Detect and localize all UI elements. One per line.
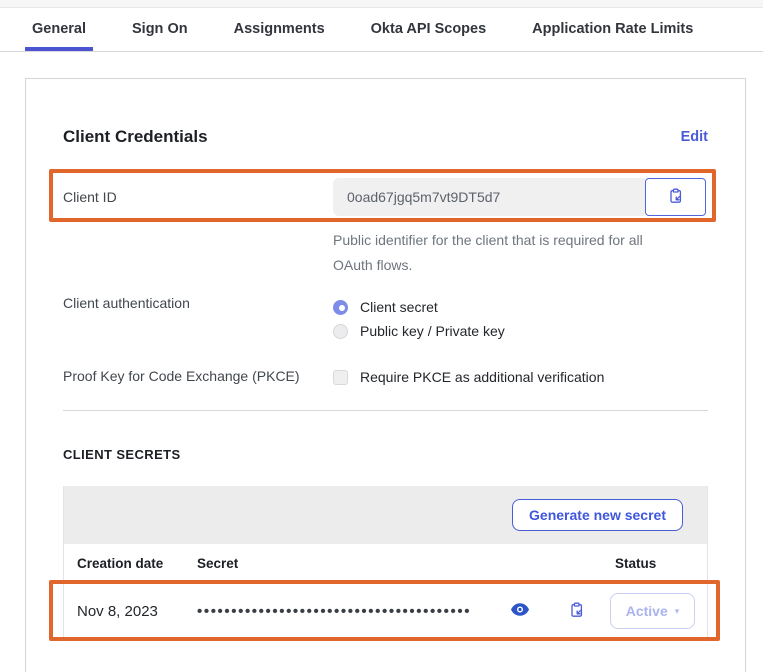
client-authentication-row: Client authentication Client secret Publ… <box>63 295 708 343</box>
pkce-label: Proof Key for Code Exchange (PKCE) <box>63 365 333 384</box>
radio-unselected-icon[interactable] <box>333 324 348 339</box>
tab-sign-on[interactable]: Sign On <box>125 8 195 51</box>
client-credentials-header: Client Credentials Edit <box>63 126 708 148</box>
top-strip <box>0 0 763 8</box>
client-credentials-title: Client Credentials <box>63 127 208 147</box>
radio-client-secret-label: Client secret <box>360 299 438 315</box>
chevron-down-icon: ▾ <box>675 606 680 617</box>
secrets-table-header: Creation date Secret Status <box>64 544 707 582</box>
checkbox-unchecked-icon[interactable] <box>333 370 348 385</box>
client-id-label: Client ID <box>63 178 333 205</box>
header-secret: Secret <box>197 556 602 571</box>
status-dropdown-button[interactable]: Active ▾ <box>610 593 695 629</box>
tab-okta-api-scopes[interactable]: Okta API Scopes <box>364 8 494 51</box>
client-authentication-label: Client authentication <box>63 295 333 311</box>
copy-to-clipboard-icon <box>668 188 684 207</box>
radio-client-secret[interactable]: Client secret <box>333 295 708 319</box>
copy-to-clipboard-icon <box>569 602 585 621</box>
client-secrets-table: Generate new secret Creation date Secret… <box>63 486 708 641</box>
header-creation-date: Creation date <box>77 556 197 571</box>
reveal-secret-button[interactable] <box>511 603 529 619</box>
masked-secret-value: •••••••••••••••••••••••••••••••••••••••• <box>197 603 509 620</box>
client-id-row: Client ID Public identifier <box>63 178 708 278</box>
header-status: Status <box>602 556 694 571</box>
client-secrets-title: CLIENT SECRETS <box>63 447 708 462</box>
secret-creation-date: Nov 8, 2023 <box>77 603 197 620</box>
copy-secret-button[interactable] <box>569 602 585 621</box>
eye-icon <box>511 603 529 619</box>
section-divider <box>63 410 708 411</box>
tab-assignments[interactable]: Assignments <box>227 8 332 51</box>
pkce-checkbox-label: Require PKCE as additional verification <box>360 369 604 385</box>
radio-public-private-key-label: Public key / Private key <box>360 323 505 339</box>
tab-general[interactable]: General <box>25 8 93 51</box>
radio-public-private-key[interactable]: Public key / Private key <box>333 319 708 343</box>
radio-selected-icon[interactable] <box>333 300 348 315</box>
settings-card: Client Credentials Edit Client ID <box>25 78 746 672</box>
status-label: Active <box>626 603 668 619</box>
client-id-help-text: Public identifier for the client that is… <box>333 228 683 278</box>
edit-link[interactable]: Edit <box>681 129 708 145</box>
secrets-table-toolbar: Generate new secret <box>64 486 707 544</box>
tab-application-rate-limits[interactable]: Application Rate Limits <box>525 8 700 51</box>
generate-new-secret-button[interactable]: Generate new secret <box>512 499 683 531</box>
copy-client-id-button[interactable] <box>645 178 706 216</box>
secret-value-cell: •••••••••••••••••••••••••••••••••••••••• <box>197 602 602 621</box>
pkce-row: Proof Key for Code Exchange (PKCE) Requi… <box>63 365 708 389</box>
pkce-checkbox-option[interactable]: Require PKCE as additional verification <box>333 365 708 389</box>
secret-table-row: Nov 8, 2023 ••••••••••••••••••••••••••••… <box>64 582 707 640</box>
client-id-field[interactable] <box>333 178 645 216</box>
app-tabbar: General Sign On Assignments Okta API Sco… <box>0 8 763 52</box>
